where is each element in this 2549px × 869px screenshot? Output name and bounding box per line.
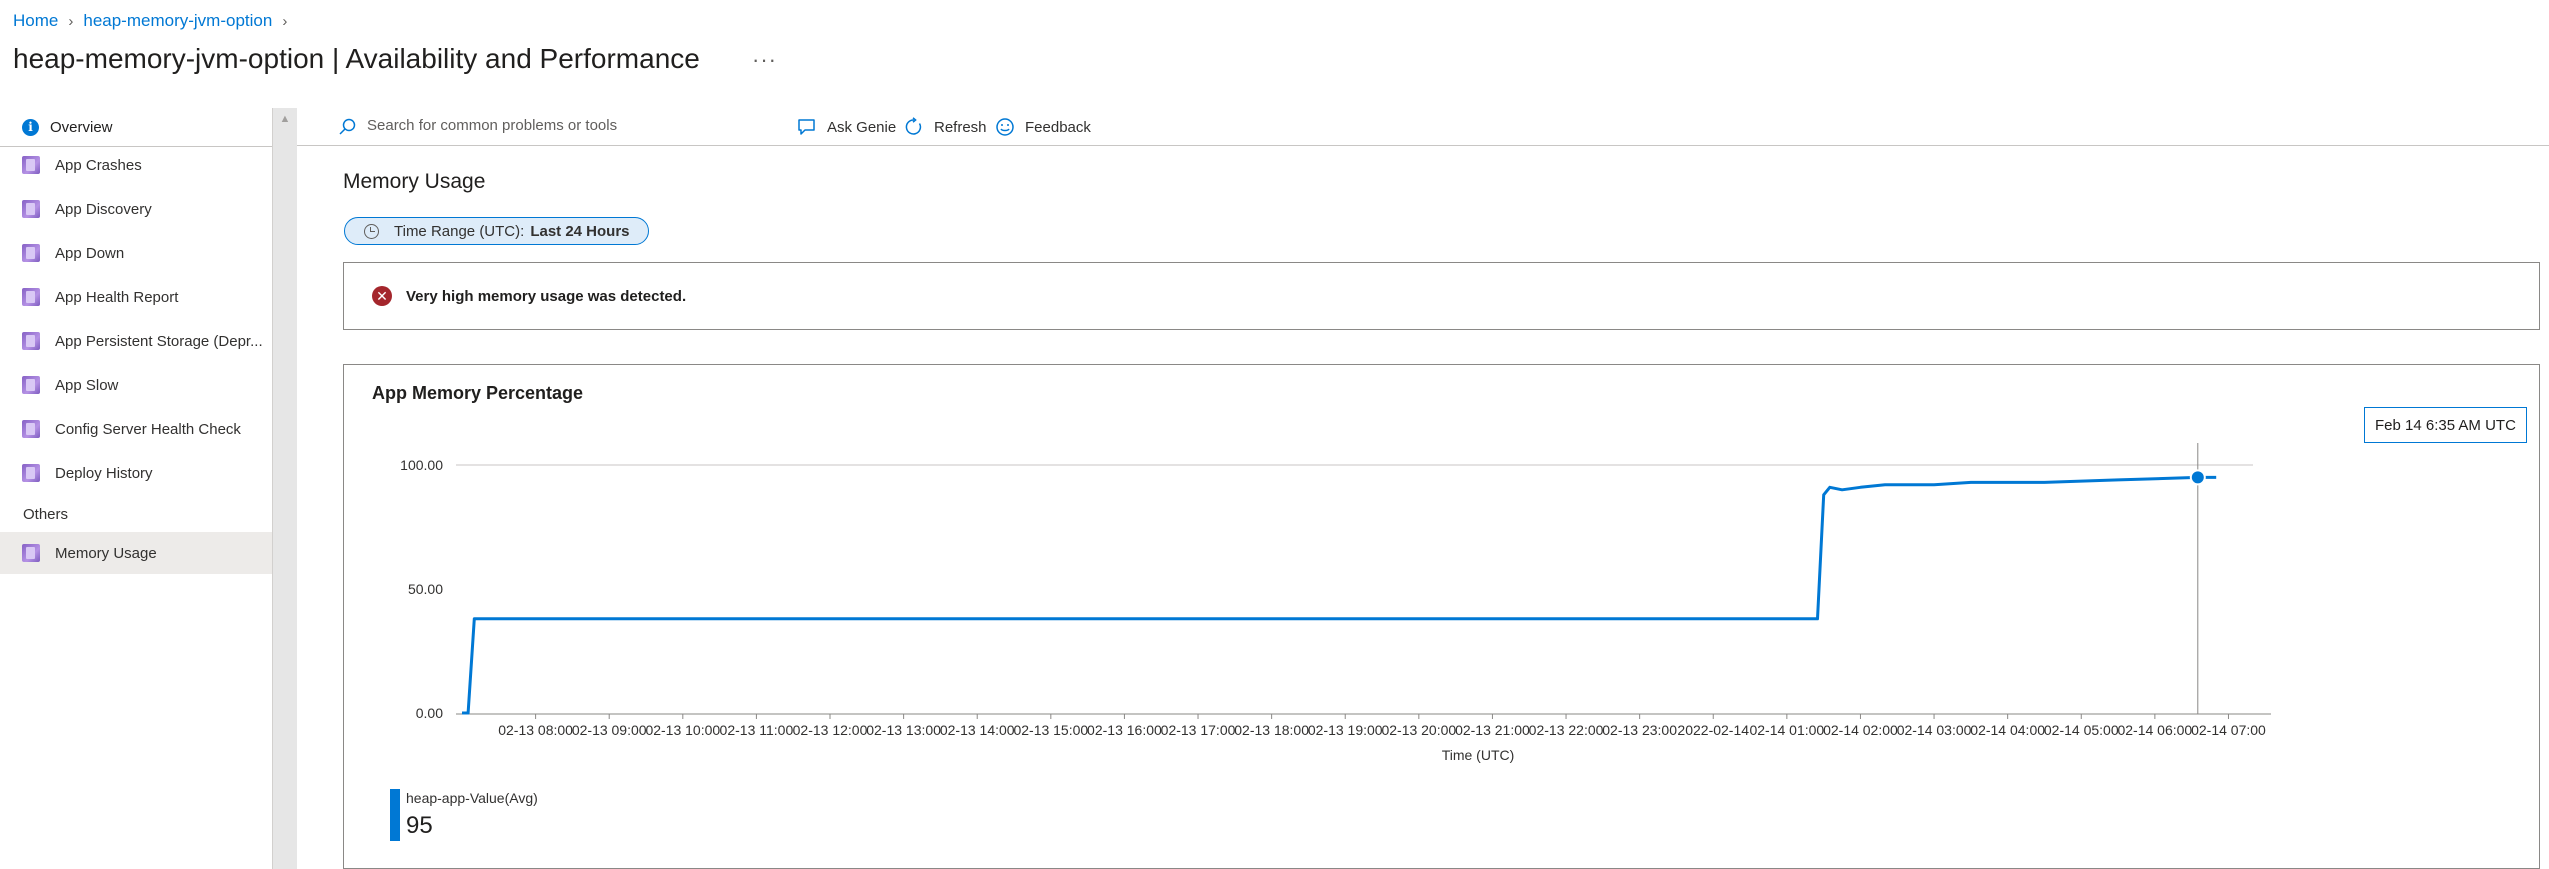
sidebar-item-label: Deploy History bbox=[55, 464, 153, 482]
ask-genie-label: Ask Genie bbox=[827, 118, 897, 136]
sidebar-scrollbar[interactable]: ▲ bbox=[272, 108, 297, 869]
x-tick-label: 02-14 07:00 bbox=[2191, 722, 2266, 738]
sidebar-item-config-server-health-check[interactable]: Config Server Health Check bbox=[0, 410, 272, 448]
time-range-button[interactable]: Time Range (UTC): Last 24 Hours bbox=[344, 217, 649, 245]
x-tick-label: 02-14 06:00 bbox=[2117, 722, 2192, 738]
book-icon bbox=[22, 376, 40, 394]
chevron-right-icon: › bbox=[282, 12, 288, 30]
x-tick-label: 02-13 19:00 bbox=[1308, 722, 1383, 738]
time-range-value: Last 24 Hours bbox=[530, 222, 630, 240]
x-tick-label: 02-13 15:00 bbox=[1013, 722, 1088, 738]
refresh-button[interactable]: Refresh bbox=[904, 114, 987, 140]
x-tick-label: 02-13 16:00 bbox=[1087, 722, 1162, 738]
refresh-icon bbox=[905, 117, 922, 135]
sidebar-item-app-persistent-storage[interactable]: App Persistent Storage (Depr... bbox=[0, 322, 272, 360]
y-tick-label: 50.00 bbox=[408, 581, 443, 597]
x-tick-label: 02-13 13:00 bbox=[866, 722, 941, 738]
y-tick-label: 0.00 bbox=[416, 705, 443, 721]
smiley-icon bbox=[996, 118, 1014, 136]
clock-icon bbox=[364, 223, 379, 239]
sidebar-item-app-down[interactable]: App Down bbox=[0, 234, 272, 272]
feedback-button[interactable]: Feedback bbox=[995, 114, 1091, 140]
x-tick-label: 2022-02-14 bbox=[1677, 722, 1749, 738]
y-tick-label: 100.00 bbox=[400, 457, 443, 473]
x-tick-label: 02-13 08:00 bbox=[498, 722, 573, 738]
breadcrumb-app-link[interactable]: heap-memory-jvm-option bbox=[83, 11, 272, 31]
book-icon bbox=[22, 464, 40, 482]
sidebar-item-app-crashes[interactable]: App Crashes bbox=[0, 146, 272, 184]
time-range-label: Time Range (UTC): bbox=[394, 222, 525, 240]
x-tick-label: 02-14 02:00 bbox=[1823, 722, 1898, 738]
x-tick-label: 02-13 09:00 bbox=[572, 722, 647, 738]
x-tick-label: 02-13 22:00 bbox=[1529, 722, 1604, 738]
breadcrumb: Home › heap-memory-jvm-option › bbox=[13, 10, 297, 32]
sidebar-item-overview[interactable]: i Overview bbox=[0, 108, 272, 147]
error-x-icon: ✕ bbox=[372, 286, 392, 306]
book-icon bbox=[22, 288, 40, 306]
x-tick-label: 02-13 14:00 bbox=[940, 722, 1015, 738]
x-tick-label: 02-13 12:00 bbox=[793, 722, 868, 738]
legend-color-swatch bbox=[390, 789, 400, 841]
refresh-label: Refresh bbox=[934, 118, 987, 136]
x-tick-label: 02-14 04:00 bbox=[1970, 722, 2045, 738]
x-tick-label: 02-13 18:00 bbox=[1234, 722, 1309, 738]
search-input[interactable]: Search for common problems or tools bbox=[367, 117, 617, 134]
legend-series-name[interactable]: heap-app-Value(Avg) bbox=[406, 790, 538, 806]
breadcrumb-home-link[interactable]: Home bbox=[13, 11, 58, 31]
sidebar-item-label: App Crashes bbox=[55, 156, 142, 174]
sidebar-item-deploy-history[interactable]: Deploy History bbox=[0, 454, 272, 492]
x-tick-label: 02-13 23:00 bbox=[1602, 722, 1677, 738]
sidebar-group-others: Others bbox=[23, 506, 69, 523]
page-title: heap-memory-jvm-option | Availability an… bbox=[13, 43, 700, 74]
sidebar-item-app-health-report[interactable]: App Health Report bbox=[0, 278, 272, 316]
sidebar-item-label: App Slow bbox=[55, 376, 119, 394]
book-icon bbox=[22, 332, 40, 350]
feedback-label: Feedback bbox=[1025, 118, 1091, 136]
hover-point bbox=[2189, 469, 2206, 486]
x-tick-label: 02-13 21:00 bbox=[1455, 722, 1530, 738]
book-icon bbox=[22, 200, 40, 218]
sidebar-item-label: App Down bbox=[55, 244, 125, 262]
book-icon bbox=[22, 544, 40, 562]
sidebar-item-label: App Persistent Storage (Depr... bbox=[55, 332, 263, 350]
info-icon: i bbox=[22, 118, 39, 136]
x-tick-label: 02-14 01:00 bbox=[1749, 722, 1824, 738]
series-line bbox=[462, 475, 2217, 715]
sidebar-item-label: App Health Report bbox=[55, 288, 179, 306]
ask-genie-button[interactable]: Ask Genie bbox=[797, 114, 896, 140]
book-icon bbox=[22, 420, 40, 438]
book-icon bbox=[22, 156, 40, 174]
chart-card: App Memory Percentage 100.00 50.00 0.00 02-… bbox=[343, 364, 2540, 869]
sidebar-item-app-slow[interactable]: App Slow bbox=[0, 366, 272, 404]
sidebar: i Overview App Crashes App Discovery App… bbox=[0, 108, 272, 869]
sidebar-item-label: Memory Usage bbox=[55, 544, 157, 562]
genie-chat-icon bbox=[798, 119, 815, 135]
x-tick-label: 02-13 10:00 bbox=[645, 722, 720, 738]
legend-series-value: 95 bbox=[406, 812, 433, 839]
alert-text: Very high memory usage was detected. bbox=[406, 287, 687, 305]
sidebar-item-label: App Discovery bbox=[55, 200, 152, 218]
sidebar-item-label: Overview bbox=[50, 118, 113, 136]
scroll-up-arrow-icon[interactable]: ▲ bbox=[273, 110, 297, 128]
x-tick-label: 02-13 11:00 bbox=[720, 722, 794, 738]
memory-line-chart[interactable]: 100.0050.000.0002-13 08:0002-13 09:0002-… bbox=[344, 365, 2541, 869]
x-tick-label: 02-14 03:00 bbox=[1897, 722, 1972, 738]
more-options-icon[interactable]: ··· bbox=[752, 47, 777, 73]
sidebar-item-label: Config Server Health Check bbox=[55, 420, 241, 438]
x-tick-label: 02-13 20:00 bbox=[1381, 722, 1456, 738]
error-alert: ✕ Very high memory usage was detected. bbox=[343, 262, 2540, 330]
toolbar: Search for common problems or tools Ask … bbox=[297, 108, 2549, 146]
x-axis-title: Time (UTC) bbox=[1442, 747, 1515, 763]
book-icon bbox=[22, 244, 40, 262]
chevron-right-icon: › bbox=[68, 12, 74, 30]
chart-tooltip: Feb 14 6:35 AM UTC bbox=[2364, 407, 2527, 443]
x-tick-label: 02-13 17:00 bbox=[1161, 722, 1236, 738]
x-tick-label: 02-14 05:00 bbox=[2044, 722, 2119, 738]
section-title: Memory Usage bbox=[343, 170, 486, 193]
sidebar-item-app-discovery[interactable]: App Discovery bbox=[0, 190, 272, 228]
sidebar-item-memory-usage[interactable]: Memory Usage bbox=[0, 532, 272, 574]
search-icon bbox=[339, 118, 356, 135]
